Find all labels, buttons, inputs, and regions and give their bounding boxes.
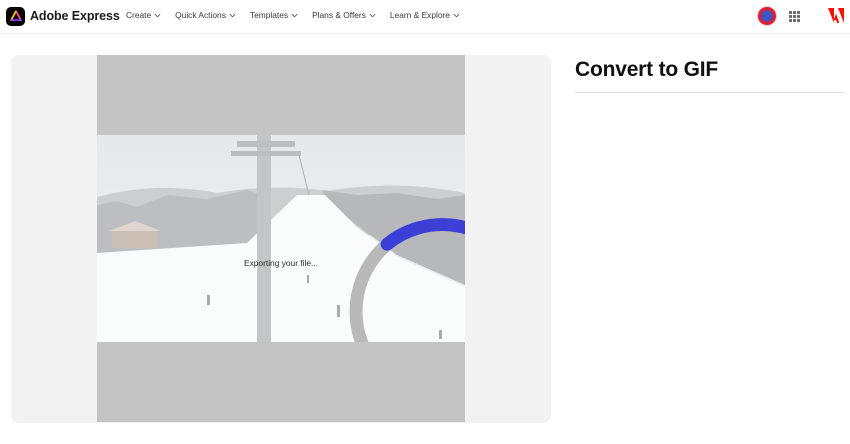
brand-name: Adobe Express (30, 9, 120, 23)
nav-create[interactable]: Create (126, 10, 161, 20)
main-nav: Create Quick Actions Templates Plans & O… (126, 10, 460, 20)
export-status: Exporting your file... (243, 258, 318, 268)
media-preview: Exporting your file... (97, 55, 465, 422)
nav-learn-explore[interactable]: Learn & Explore (390, 10, 460, 20)
apps-grid-icon[interactable] (789, 11, 800, 22)
nav-label: Plans & Offers (312, 10, 366, 20)
adobe-express-logo-icon (6, 6, 25, 26)
nav-label: Templates (249, 10, 289, 20)
nav-label: Learn & Explore (389, 10, 450, 20)
top-navigation-bar: Adobe Express Create Quick Actions Templ… (0, 0, 850, 34)
nav-label: Create (126, 10, 152, 20)
nav-label: Quick Actions (175, 10, 226, 20)
chevron-down-icon (369, 13, 376, 17)
nav-quick-actions[interactable]: Quick Actions (175, 10, 236, 20)
nav-templates[interactable]: Templates (250, 10, 298, 20)
adobe-logo-icon[interactable] (828, 8, 844, 23)
loading-spinner-icon (349, 217, 465, 342)
avatar[interactable] (757, 6, 777, 26)
chevron-down-icon (453, 13, 460, 17)
nav-plans-offers[interactable]: Plans & Offers (312, 10, 376, 20)
chevron-down-icon (291, 13, 298, 17)
chevron-down-icon (229, 13, 236, 17)
chevron-down-icon (154, 13, 161, 17)
divider (575, 92, 845, 93)
brand[interactable]: Adobe Express (6, 6, 120, 26)
ski-slope-image: Exporting your file... (97, 135, 465, 342)
page-title: Convert to GIF (575, 58, 719, 81)
